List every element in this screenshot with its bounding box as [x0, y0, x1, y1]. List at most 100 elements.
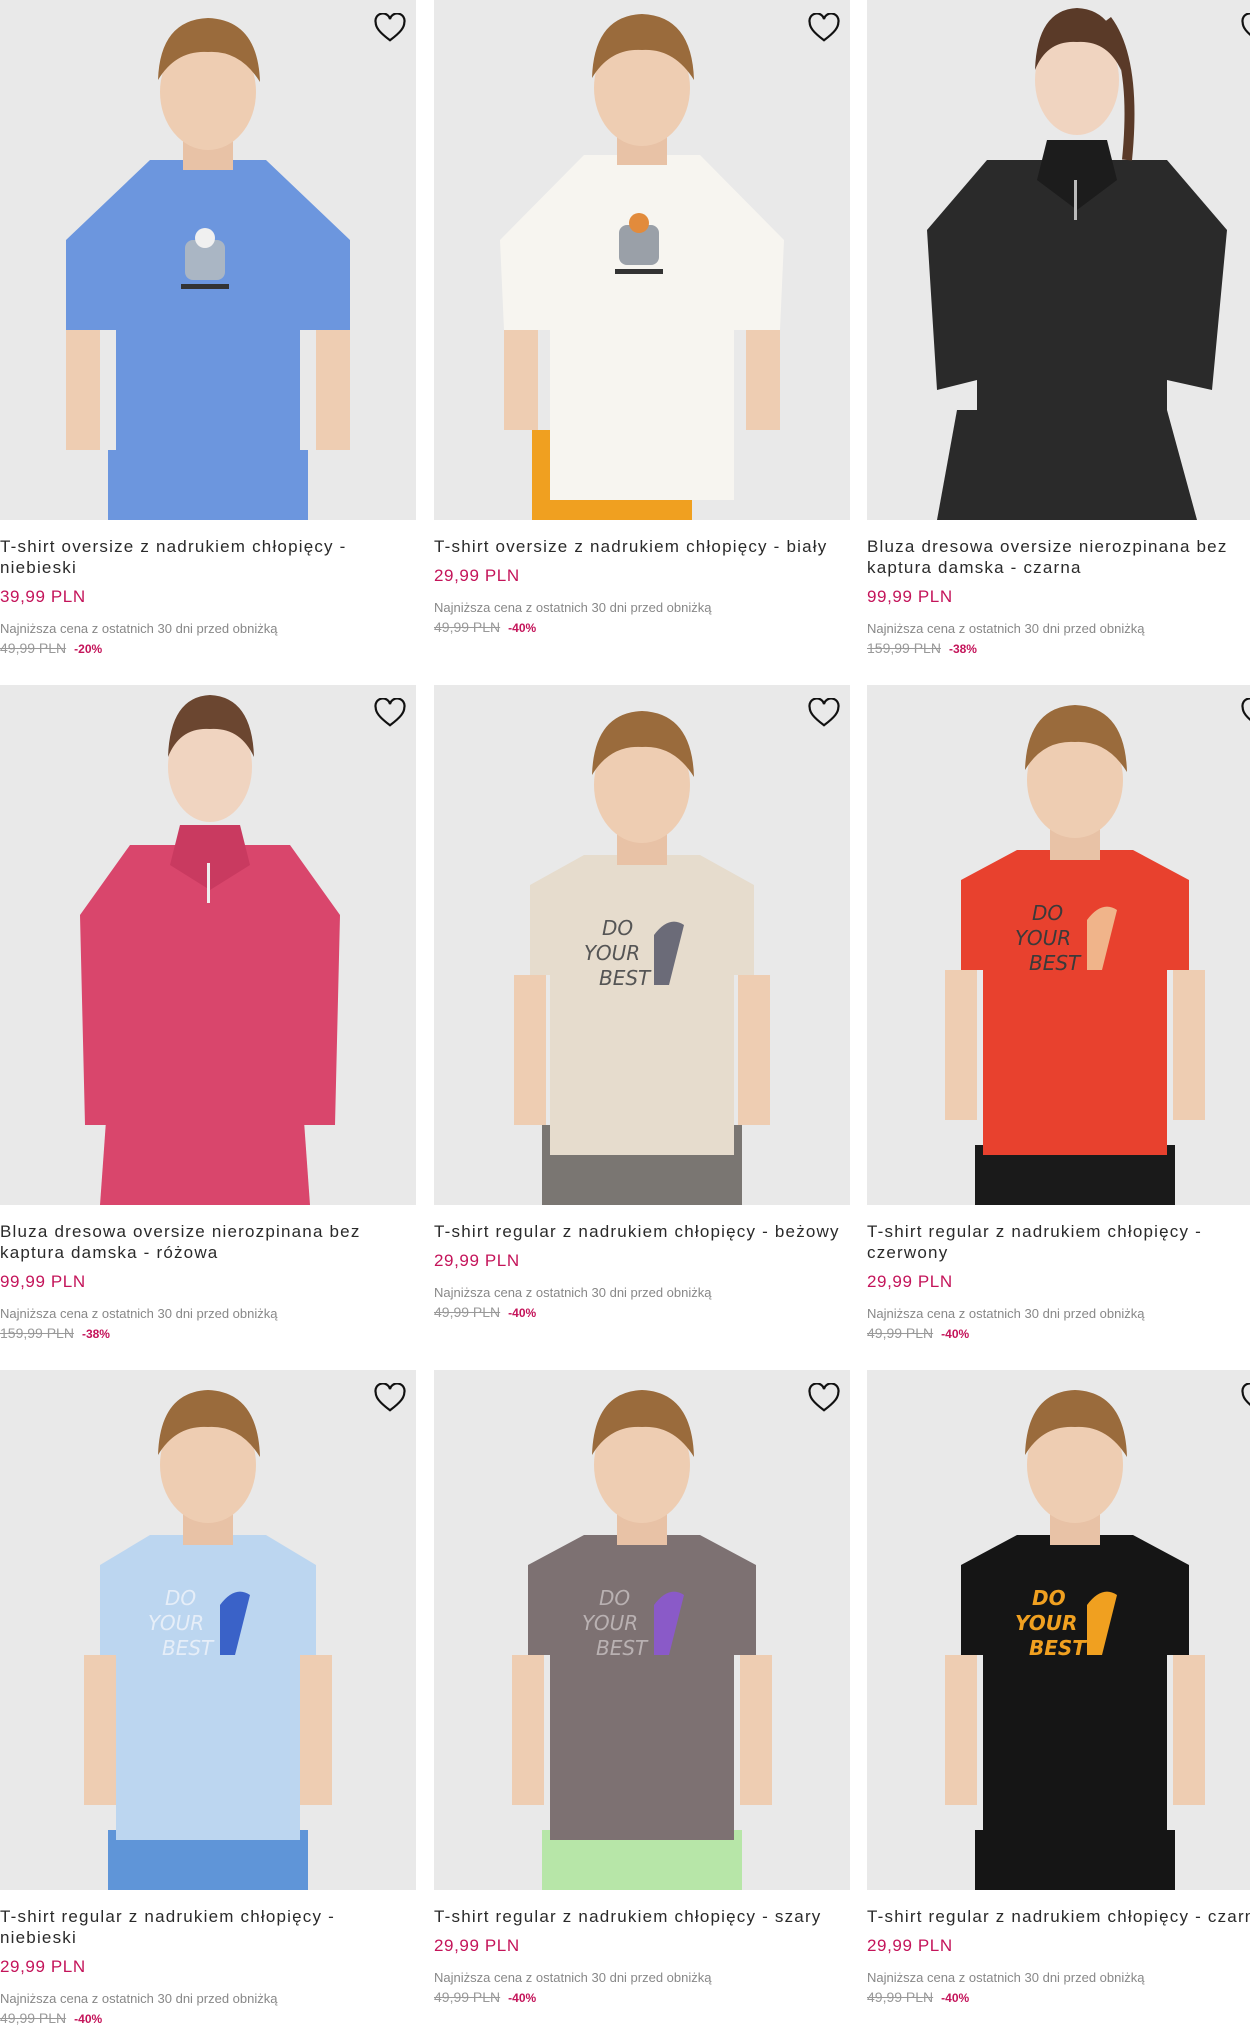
- product-card[interactable]: DO YOUR BEST T-shirt regular z nadrukiem…: [0, 1370, 416, 2026]
- product-title[interactable]: T-shirt regular z nadrukiem chłopięcy - …: [867, 1906, 1250, 1927]
- product-photo-illustration: DO YOUR BEST: [434, 1370, 850, 1890]
- discount-badge: -38%: [948, 642, 977, 656]
- product-title[interactable]: T-shirt oversize z nadrukiem chłopięcy -…: [434, 536, 850, 557]
- old-price: 159,99 PLN: [867, 640, 941, 656]
- product-photo-illustration: DO YOUR BEST: [867, 1370, 1250, 1890]
- svg-text:YOUR: YOUR: [584, 941, 640, 965]
- product-image[interactable]: DO YOUR BEST: [867, 1370, 1250, 1890]
- product-image[interactable]: DO YOUR BEST: [434, 1370, 850, 1890]
- lowest-price-label: Najniższa cena z ostatnich 30 dni przed …: [434, 1970, 712, 1985]
- product-card[interactable]: Bluza dresowa oversize nierozpinana bez …: [867, 0, 1250, 656]
- product-card[interactable]: DO YOUR BEST T-shirt regular z nadrukiem…: [434, 1370, 850, 2005]
- product-title[interactable]: T-shirt regular z nadrukiem chłopięcy - …: [434, 1906, 850, 1927]
- favorite-button[interactable]: [372, 1380, 408, 1416]
- lowest-price-label: Najniższa cena z ostatnich 30 dni przed …: [0, 1306, 278, 1321]
- lowest-price-label: Najniższa cena z ostatnich 30 dni przed …: [867, 621, 1145, 636]
- svg-text:DO: DO: [1032, 901, 1063, 925]
- favorite-button[interactable]: [1239, 1380, 1250, 1416]
- product-image[interactable]: [0, 685, 416, 1205]
- product-title[interactable]: Bluza dresowa oversize nierozpinana bez …: [0, 1221, 416, 1263]
- svg-text:DO: DO: [1032, 1586, 1066, 1610]
- old-price: 49,99 PLN: [867, 1325, 934, 1341]
- svg-text:BEST: BEST: [599, 966, 652, 990]
- lowest-price-label: Najniższa cena z ostatnich 30 dni przed …: [867, 1306, 1145, 1321]
- svg-text:BEST: BEST: [162, 1636, 215, 1660]
- discount-badge: -40%: [508, 621, 537, 635]
- product-photo-illustration: [0, 0, 416, 520]
- product-photo-illustration: DO YOUR BEST: [434, 685, 850, 1205]
- old-price-row: 49,99 PLN -40%: [434, 1989, 850, 2005]
- old-price-row: 159,99 PLN -38%: [867, 640, 1250, 656]
- product-price: 29,99 PLN: [867, 1272, 953, 1291]
- svg-text:BEST: BEST: [596, 1636, 649, 1660]
- product-photo-illustration: [0, 685, 416, 1205]
- product-grid: T-shirt oversize z nadrukiem chłopięcy -…: [0, 0, 1250, 2026]
- svg-text:YOUR: YOUR: [582, 1611, 638, 1635]
- lowest-price-label: Najniższa cena z ostatnich 30 dni przed …: [434, 1285, 712, 1300]
- heart-outline-icon: [1241, 13, 1250, 37]
- favorite-button[interactable]: [372, 695, 408, 731]
- discount-badge: -40%: [74, 2012, 103, 2026]
- old-price: 49,99 PLN: [867, 1989, 934, 2005]
- heart-outline-icon: [374, 13, 406, 42]
- product-photo-illustration: [867, 0, 1250, 520]
- product-card[interactable]: DO YOUR BEST T-shirt regular z nadrukiem…: [867, 1370, 1250, 2005]
- old-price: 49,99 PLN: [434, 1304, 501, 1320]
- product-image[interactable]: DO YOUR BEST: [867, 685, 1250, 1205]
- favorite-button[interactable]: [806, 10, 842, 46]
- lowest-price-label: Najniższa cena z ostatnich 30 dni przed …: [434, 600, 712, 615]
- svg-text:YOUR: YOUR: [1015, 926, 1071, 950]
- product-image[interactable]: DO YOUR BEST: [0, 1370, 416, 1890]
- discount-badge: -40%: [508, 1991, 537, 2005]
- favorite-button[interactable]: [1239, 10, 1250, 46]
- old-price: 49,99 PLN: [434, 619, 501, 635]
- favorite-button[interactable]: [1239, 695, 1250, 731]
- product-image[interactable]: [0, 0, 416, 520]
- discount-badge: -38%: [81, 1327, 110, 1341]
- old-price-row: 49,99 PLN -40%: [434, 619, 850, 635]
- product-price: 29,99 PLN: [434, 566, 520, 585]
- discount-badge: -40%: [941, 1327, 970, 1341]
- product-card[interactable]: DO YOUR BEST T-shirt regular z nadrukiem…: [434, 685, 850, 1320]
- old-price-row: 49,99 PLN -40%: [867, 1989, 1250, 2005]
- product-card[interactable]: Bluza dresowa oversize nierozpinana bez …: [0, 685, 416, 1341]
- heart-outline-icon: [374, 698, 406, 727]
- product-price: 29,99 PLN: [0, 1957, 86, 1976]
- old-price-row: 159,99 PLN -38%: [0, 1325, 416, 1341]
- product-card[interactable]: T-shirt oversize z nadrukiem chłopięcy -…: [0, 0, 416, 656]
- old-price-row: 49,99 PLN -40%: [867, 1325, 1250, 1341]
- product-title[interactable]: T-shirt regular z nadrukiem chłopięcy - …: [867, 1221, 1250, 1263]
- svg-text:BEST: BEST: [1029, 951, 1082, 975]
- product-price: 99,99 PLN: [867, 587, 953, 606]
- product-title[interactable]: T-shirt oversize z nadrukiem chłopięcy -…: [0, 536, 416, 578]
- product-title[interactable]: T-shirt regular z nadrukiem chłopięcy - …: [0, 1906, 416, 1948]
- product-card[interactable]: T-shirt oversize z nadrukiem chłopięcy -…: [434, 0, 850, 635]
- old-price-row: 49,99 PLN -40%: [0, 2010, 416, 2026]
- discount-badge: -20%: [74, 642, 103, 656]
- heart-outline-icon: [374, 1383, 406, 1412]
- lowest-price-label: Najniższa cena z ostatnich 30 dni przed …: [0, 1991, 278, 2006]
- product-title[interactable]: Bluza dresowa oversize nierozpinana bez …: [867, 536, 1250, 578]
- product-image[interactable]: [867, 0, 1250, 520]
- product-price: 39,99 PLN: [0, 587, 86, 606]
- discount-badge: -40%: [941, 1991, 970, 2005]
- old-price-row: 49,99 PLN -20%: [0, 640, 416, 656]
- product-image[interactable]: [434, 0, 850, 520]
- product-image[interactable]: DO YOUR BEST: [434, 685, 850, 1205]
- product-title[interactable]: T-shirt regular z nadrukiem chłopięcy - …: [434, 1221, 850, 1242]
- favorite-button[interactable]: [372, 10, 408, 46]
- favorite-button[interactable]: [806, 1380, 842, 1416]
- product-photo-illustration: DO YOUR BEST: [867, 685, 1250, 1205]
- lowest-price-label: Najniższa cena z ostatnich 30 dni przed …: [867, 1970, 1145, 1985]
- product-photo-illustration: [434, 0, 850, 520]
- heart-outline-icon: [808, 13, 840, 42]
- svg-text:BEST: BEST: [1029, 1636, 1087, 1660]
- favorite-button[interactable]: [806, 695, 842, 731]
- product-price: 29,99 PLN: [434, 1936, 520, 1955]
- product-card[interactable]: DO YOUR BEST T-shirt regular z nadrukiem…: [867, 685, 1250, 1341]
- old-price-row: 49,99 PLN -40%: [434, 1304, 850, 1320]
- old-price: 49,99 PLN: [434, 1989, 501, 2005]
- old-price: 49,99 PLN: [0, 640, 67, 656]
- product-price: 29,99 PLN: [434, 1251, 520, 1270]
- discount-badge: -40%: [508, 1306, 537, 1320]
